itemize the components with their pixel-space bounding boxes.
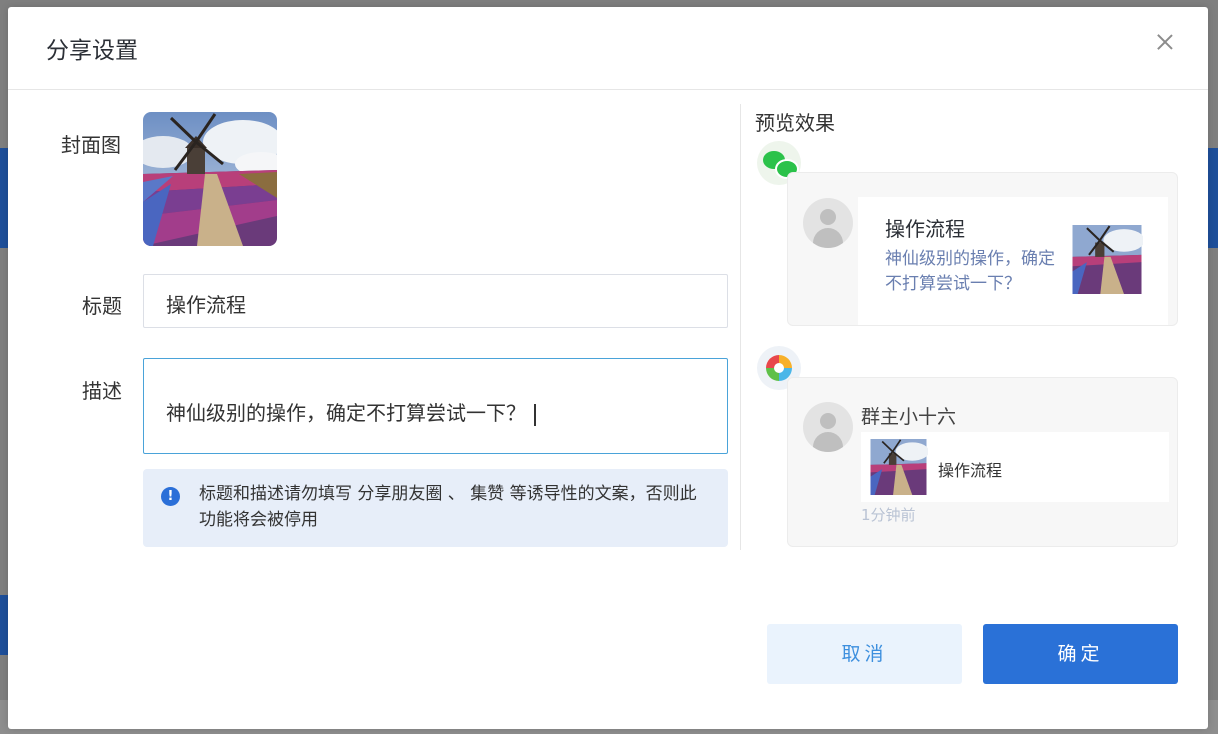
dialog-header: 分享设置: [8, 7, 1208, 90]
share-settings-dialog: 分享设置 封面图 标题 操作流程 描述 神仙级别的操作，确定不打算尝试一下？ !…: [8, 7, 1208, 729]
preview-title: 预览效果: [755, 111, 835, 135]
moments-thumbnail: [869, 439, 928, 495]
text-caret: [534, 403, 536, 426]
divider: [740, 104, 741, 550]
post-time: 1分钟前: [861, 506, 916, 524]
description-input[interactable]: 神仙级别的操作，确定不打算尝试一下？: [143, 358, 728, 454]
poster-name: 群主小十六: [861, 406, 957, 428]
wechat-message-desc: 神仙级别的操作，确定不打算尝试一下？: [885, 249, 1055, 294]
confirm-button[interactable]: 确定: [983, 624, 1178, 684]
close-icon[interactable]: [1152, 29, 1178, 55]
cover-label: 封面图: [61, 133, 121, 157]
title-input[interactable]: 操作流程: [143, 274, 728, 328]
avatar: [803, 198, 853, 248]
description-label: 描述: [82, 379, 122, 403]
notice-text: 标题和描述请勿填写 分享朋友圈 、 集赞 等诱导性的文案，否则此功能将会被停用: [199, 484, 697, 530]
cover-image[interactable]: [143, 112, 277, 246]
moments-share-title: 操作流程: [938, 461, 1003, 480]
windmill-image: [143, 112, 277, 246]
wechat-message-title: 操作流程: [885, 217, 965, 241]
moments-preview-card: 群主小十六 操作流程 1分钟前: [787, 377, 1178, 547]
info-icon: !: [161, 487, 180, 506]
description-value: 神仙级别的操作，确定不打算尝试一下？: [166, 401, 526, 425]
dialog-title: 分享设置: [46, 38, 138, 64]
background-panel: [1208, 148, 1218, 248]
wechat-message: 操作流程 神仙级别的操作，确定不打算尝试一下？: [858, 197, 1168, 325]
notice-box: ! 标题和描述请勿填写 分享朋友圈 、 集赞 等诱导性的文案，否则此功能将会被停…: [143, 469, 728, 547]
avatar: [803, 402, 853, 452]
wechat-preview-card: 操作流程 神仙级别的操作，确定不打算尝试一下？: [787, 172, 1178, 326]
wechat-thumbnail: [1071, 225, 1143, 294]
cancel-button[interactable]: 取消: [767, 624, 962, 684]
title-label: 标题: [82, 294, 122, 318]
moments-share-link: 操作流程: [861, 432, 1169, 502]
